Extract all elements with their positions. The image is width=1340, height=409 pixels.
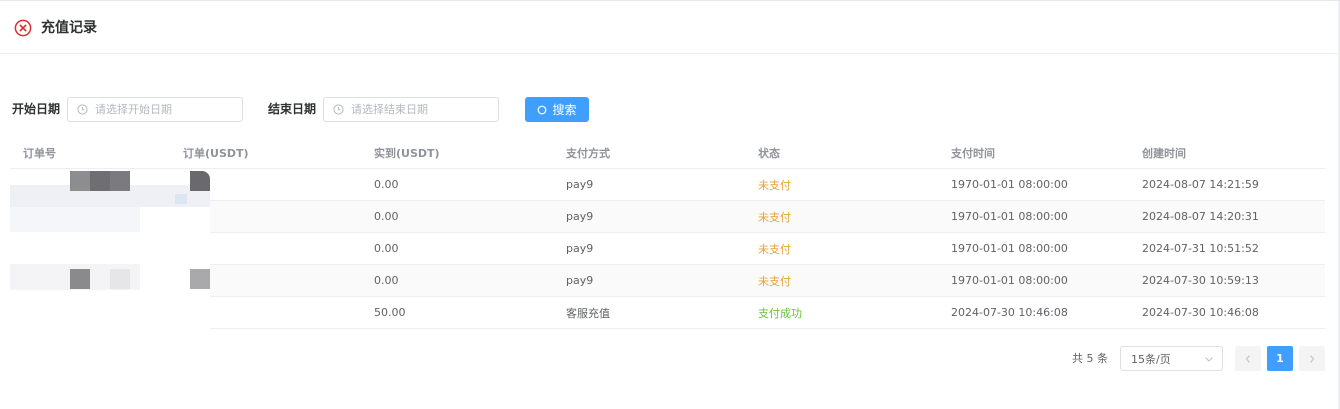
paid-at-cell: 2024-07-30 10:46:08 [951, 306, 1068, 319]
end-date-input[interactable] [351, 103, 481, 116]
created-at-cell: 2024-07-31 10:51:52 [1142, 242, 1259, 255]
search-icon [538, 105, 547, 114]
page-size-value: 15条/页 [1131, 352, 1171, 366]
close-circle-icon[interactable] [14, 19, 32, 37]
paid-at-cell: 1970-01-01 08:00:00 [951, 274, 1068, 287]
actual-amount-cell: 0.00 [374, 210, 399, 223]
payment-method-cell: pay9 [566, 210, 594, 223]
table-header-row: 订单号 订单(USDT) 实到(USDT) 支付方式 状态 支付时间 创建时间 [10, 137, 1325, 169]
actual-amount-cell: 0.00 [374, 242, 399, 255]
column-header-order-amount: 订单(USDT) [183, 146, 249, 160]
actual-amount-cell: 0.00 [374, 178, 399, 191]
clock-icon [333, 104, 344, 115]
column-header-status: 状态 [758, 146, 780, 160]
chevron-left-icon [1245, 354, 1250, 363]
created-at-cell: 2024-08-07 14:21:59 [1142, 178, 1259, 191]
page-header: 充值记录 [0, 1, 1338, 54]
search-button-label: 搜索 [552, 103, 577, 117]
chevron-down-icon [1205, 356, 1213, 362]
prev-page-button[interactable] [1235, 346, 1261, 371]
status-cell: 未支付 [758, 210, 791, 224]
page-number-button[interactable]: 1 [1267, 346, 1293, 371]
end-date-label: 结束日期 [268, 102, 317, 116]
end-date-picker[interactable] [323, 97, 499, 122]
next-page-button[interactable] [1299, 346, 1325, 371]
payment-method-cell: 客服充值 [566, 306, 610, 320]
column-header-paid-at: 支付时间 [951, 146, 995, 160]
status-cell: 未支付 [758, 274, 791, 288]
clock-icon [77, 104, 88, 115]
page-size-select[interactable]: 15条/页 [1120, 346, 1223, 371]
payment-method-cell: pay9 [566, 242, 594, 255]
pagination: 共 5 条 15条/页 1 [0, 346, 1340, 371]
page-title: 充值记录 [41, 20, 97, 36]
chevron-right-icon [1310, 354, 1315, 363]
created-at-cell: 2024-07-30 10:46:08 [1142, 306, 1259, 319]
status-cell: 未支付 [758, 242, 791, 256]
paid-at-cell: 1970-01-01 08:00:00 [951, 242, 1068, 255]
column-header-payment-method: 支付方式 [566, 146, 610, 160]
actual-amount-cell: 0.00 [374, 274, 399, 287]
paid-at-cell: 1970-01-01 08:00:00 [951, 210, 1068, 223]
column-header-actual-amount: 实到(USDT) [374, 146, 440, 160]
status-cell: 支付成功 [758, 306, 802, 320]
payment-method-cell: pay9 [566, 178, 594, 191]
start-date-picker[interactable] [67, 97, 243, 122]
search-button[interactable]: 搜索 [525, 97, 589, 122]
created-at-cell: 2024-07-30 10:59:13 [1142, 274, 1259, 287]
column-header-order-no: 订单号 [23, 146, 56, 160]
column-header-created-at: 创建时间 [1142, 146, 1186, 160]
start-date-label: 开始日期 [12, 102, 61, 116]
paid-at-cell: 1970-01-01 08:00:00 [951, 178, 1068, 191]
created-at-cell: 2024-08-07 14:20:31 [1142, 210, 1259, 223]
status-cell: 未支付 [758, 178, 791, 192]
start-date-input[interactable] [95, 103, 225, 116]
pagination-total: 共 5 条 [1072, 352, 1108, 365]
actual-amount-cell: 50.00 [374, 306, 406, 319]
payment-method-cell: pay9 [566, 274, 594, 287]
